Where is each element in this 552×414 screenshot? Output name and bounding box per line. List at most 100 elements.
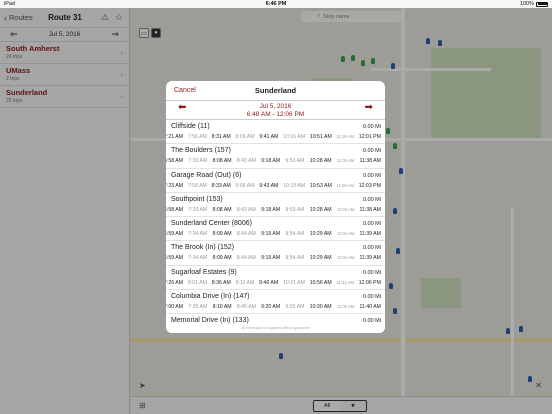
stop-distance: 0.00 Mi <box>362 148 381 155</box>
list-item[interactable]: Garage Road (Out) (6) 0.00 Mi 7:23 AM7:58 … <box>166 169 385 193</box>
departure-time: 11:38 AM <box>359 206 381 213</box>
departure-time: 7:58 AM <box>187 182 207 189</box>
departure-time: 9:53 AM <box>285 206 305 213</box>
departure-time: 8:01 AM <box>187 279 207 286</box>
stop-name: Columbia Drive (In) (147) <box>171 293 250 301</box>
list-item[interactable]: Southpoint (153) 0.00 Mi 6:58 AM 7:33 AM 8:0… <box>166 193 385 218</box>
stop-distance: 0.00 Mi <box>362 318 381 325</box>
departure-times: 6:58 AM 7:33 AM 8:08 AM 8:43 AM 9:18 AM 9:53 … <box>166 207 381 213</box>
schedule-modal: Cancel Sunderland ⬅ Jul 5, 2016 6:48 AM … <box>166 81 385 333</box>
departure-time: 6:58 AM <box>166 158 184 165</box>
modal-title: Sunderland <box>254 86 297 95</box>
list-item[interactable]: Sugarloaf Estates (9) 0.00 Mi 7:26 AM8:01 … <box>166 266 385 291</box>
modal-date: Jul 5, 2016 <box>259 103 292 110</box>
departure-time: 11:04 AM <box>336 255 355 261</box>
stop-name: Garage Road (Out) (6) <box>171 171 242 179</box>
departure-time: 9:19 AM <box>261 231 281 238</box>
stop-distance: 0.00 Mi <box>362 172 381 179</box>
departure-time: 7:35 AM <box>188 304 208 311</box>
departure-time: 9:55 AM <box>285 304 305 311</box>
departure-time: 10:51 AM <box>309 134 332 140</box>
stop-name: The Boulders (157) <box>171 147 231 155</box>
departure-times: 7:26 AM8:01 AM 8:36 AM 9:11 AM 9:46 AM10:21… <box>166 280 381 286</box>
departure-time: 8:44 AM <box>236 255 256 262</box>
list-item[interactable]: Columbia Drive (In) (147)0.00 Mi7:00 AM7… <box>166 290 385 315</box>
departure-times: 6:59 AM 7:34 AM 8:09 AM 8:44 AM 9:19 AM 9:54 … <box>166 255 381 261</box>
stop-name: Southpoint (153) <box>171 195 223 203</box>
departure-time: 11:39 AM <box>359 231 381 238</box>
departure-time: 8:44 AM <box>236 231 256 238</box>
departure-time: 10:53 AM <box>309 182 332 189</box>
departure-time: 7:23 AM <box>166 182 184 189</box>
departure-time: 7:00 AM <box>166 304 184 311</box>
departure-time: 8:08 AM <box>212 206 232 213</box>
stop-distance: 0.00 Mi <box>362 196 381 203</box>
departure-time: 8:43 AM <box>236 206 256 213</box>
list-item[interactable]: Sunderland Center (8006) 0.00 Mi 6:59 AM 7:… <box>166 217 385 242</box>
departure-time: 8:31 AM <box>211 134 231 140</box>
next-day-arrow-icon[interactable]: ➡ <box>365 103 373 112</box>
stop-name: Cliffside (11) <box>171 123 210 130</box>
departure-time: 11:03 AM <box>336 158 355 164</box>
departure-time: 9:41 AM <box>259 134 279 140</box>
departure-time: 8:09 AM <box>212 255 232 262</box>
departure-time: 10:21 AM <box>282 279 305 286</box>
departure-time: 9:43 AM <box>259 182 279 189</box>
departure-time: 8:45 AM <box>236 304 256 311</box>
departure-time: 11:03 AM <box>336 206 355 212</box>
departure-time: 9:19 AM <box>261 255 281 262</box>
departure-time: 9:46 AM <box>259 279 279 286</box>
departure-time: 11:05 AM <box>336 304 355 310</box>
departure-time: 8:43 AM <box>236 158 256 165</box>
prev-day-arrow-icon[interactable]: ⬅ <box>178 103 186 112</box>
departure-time: 12:01 PM <box>358 134 381 140</box>
disclaimer: All information is supplied without guar… <box>166 326 385 333</box>
departure-time: 9:08 AM <box>235 182 255 189</box>
departure-time: 7:56 AM <box>187 134 207 140</box>
modal-time-range: 6:48 AM - 12:06 PM <box>246 110 305 118</box>
departure-time: 7:21 AM <box>166 134 184 140</box>
departure-time: 9:53 AM <box>285 158 305 165</box>
departure-time: 9:11 AM <box>235 279 255 286</box>
departure-time: 9:54 AM <box>285 255 305 262</box>
stop-name: Sugarloaf Estates (9) <box>171 268 237 276</box>
departure-time: 9:20 AM <box>261 304 281 311</box>
battery-indicator: 100% <box>520 1 548 7</box>
battery-icon <box>536 1 548 7</box>
battery-percent: 100% <box>519 1 534 7</box>
departure-times: 7:23 AM7:58 AM 8:33 AM 9:08 AM 9:43 AM 10:18… <box>166 183 381 189</box>
departure-time: 9:18 AM <box>261 206 281 213</box>
stop-name: Memorial Drive (In) (133) <box>171 317 249 325</box>
list-item[interactable]: The Boulders (157) 0.00 Mi 6:58 AM 7:33 AM 8… <box>166 144 385 169</box>
departure-time: 11:39 AM <box>359 255 381 262</box>
clock: 6:46 PM <box>265 1 287 7</box>
departure-time: 7:33 AM <box>188 158 208 165</box>
departure-time: 12:03 PM <box>358 182 381 189</box>
stop-list: Cliffside (11) 0.00 Mi 7:21 AM7:56 AM 8:31 … <box>166 120 385 333</box>
stop-distance: 0.00 Mi <box>362 245 381 252</box>
departure-time: 10:16 AM <box>283 134 306 140</box>
modal-header: Cancel Sunderland <box>166 81 385 101</box>
departure-times: 6:58 AM 7:33 AM 8:08 AM 8:43 AM 9:18 AM 9:53 … <box>166 158 381 164</box>
departure-time: 10:56 AM <box>309 279 332 286</box>
departure-time: 11:28 AM <box>336 182 354 188</box>
departure-time: 9:06 AM <box>235 134 255 140</box>
departure-time: 8:10 AM <box>212 304 232 311</box>
list-item[interactable]: The Brook (In) (152) 0.00 Mi 6:59 AM 7:34 A… <box>166 241 385 266</box>
stop-distance: 0.00 Mi <box>362 294 381 301</box>
status-bar: iPad 6:46 PM 100% <box>0 0 552 8</box>
departure-time: 8:33 AM <box>211 182 231 189</box>
departure-time: 10:28 AM <box>309 206 332 213</box>
departure-time: 11:26 AM <box>336 134 354 139</box>
departure-time: 8:09 AM <box>212 231 232 238</box>
departure-time: 11:31 AM <box>336 279 354 285</box>
departure-time: 9:54 AM <box>285 231 305 238</box>
list-item[interactable]: Cliffside (11) 0.00 Mi 7:21 AM7:56 AM 8:31 … <box>166 120 385 145</box>
departure-time: 9:18 AM <box>261 158 281 165</box>
departure-time: 11:04 AM <box>336 231 355 237</box>
stop-distance: 0.00 Mi <box>362 221 381 228</box>
departure-time: 6:59 AM <box>166 231 184 238</box>
stop-name: The Brook (In) (152) <box>171 244 235 252</box>
cancel-button[interactable]: Cancel <box>174 87 196 94</box>
departure-times: 7:00 AM 7:35 AM 8:10 AM 8:45 AM 9:20 AM 9:55 … <box>166 304 381 310</box>
